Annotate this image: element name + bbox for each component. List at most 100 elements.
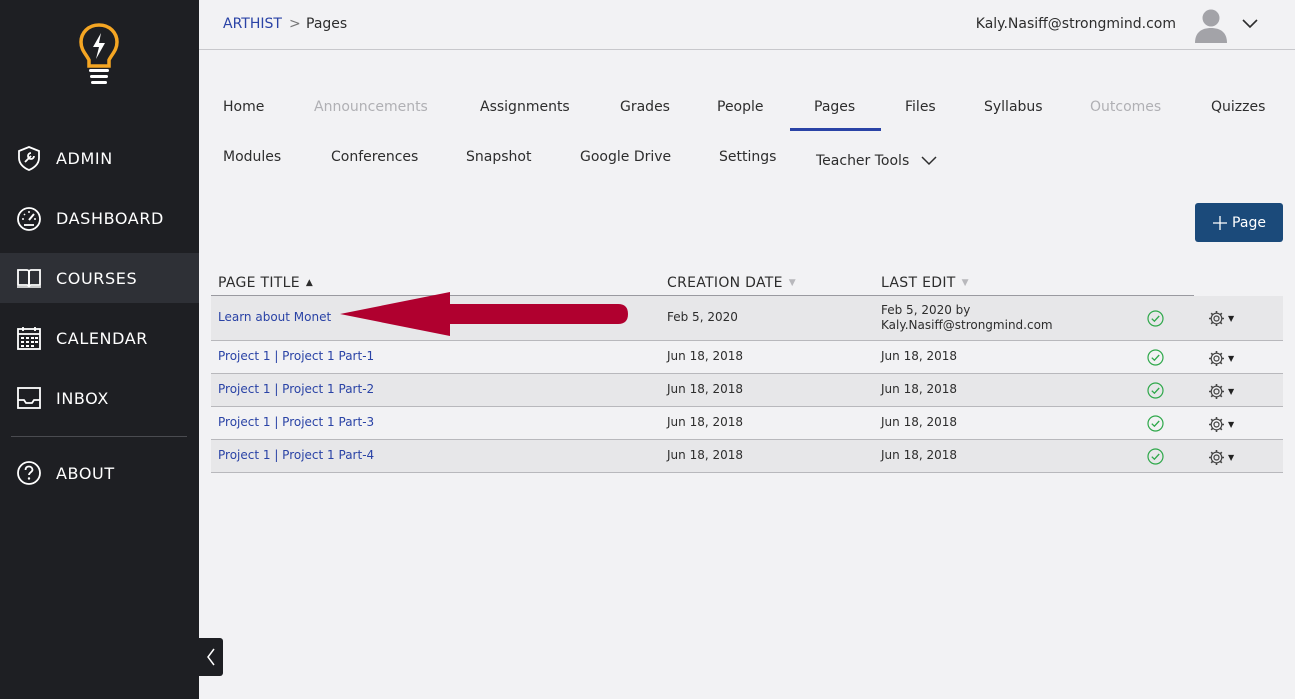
question-circle-icon xyxy=(16,460,42,486)
active-tab-indicator xyxy=(790,128,881,131)
gear-icon xyxy=(1209,449,1224,465)
last-edit-user: Kaly.Nasiff@strongmind.com xyxy=(881,318,1053,332)
column-header-label: LAST EDIT xyxy=(881,275,956,291)
tab-home[interactable]: Home xyxy=(223,99,264,115)
open-book-icon xyxy=(16,265,42,291)
tab-teacher-tools-label: Teacher Tools xyxy=(816,153,910,169)
published-check-icon[interactable] xyxy=(1147,448,1164,465)
table-row: Project 1 | Project 1 Part-1 Jun 18, 201… xyxy=(211,341,1283,374)
add-page-label: Page xyxy=(1232,214,1266,231)
chevron-down-icon[interactable] xyxy=(1241,15,1259,33)
sidebar-item-label: DASHBOARD xyxy=(56,208,164,228)
tab-syllabus[interactable]: Syllabus xyxy=(984,99,1043,115)
table-row: Project 1 | Project 1 Part-2 Jun 18, 201… xyxy=(211,374,1283,407)
page-title-link[interactable]: Project 1 | Project 1 Part-2 xyxy=(218,382,374,396)
inbox-tray-icon xyxy=(16,385,42,411)
published-check-icon[interactable] xyxy=(1147,349,1164,366)
speedometer-icon xyxy=(16,205,42,231)
collapse-sidebar-button[interactable] xyxy=(199,638,223,676)
global-nav-sidebar: ADMIN DASHBOARD COURSES CALENDAR INBOX A… xyxy=(0,0,199,699)
published-check-icon[interactable] xyxy=(1147,415,1164,432)
gear-icon xyxy=(1209,383,1224,399)
tab-settings[interactable]: Settings xyxy=(719,149,776,165)
tab-assignments[interactable]: Assignments xyxy=(480,99,570,115)
add-page-button[interactable]: Page xyxy=(1195,203,1283,242)
breadcrumb-course-link[interactable]: ARTHIST xyxy=(223,16,282,32)
table-row: Project 1 | Project 1 Part-3 Jun 18, 201… xyxy=(211,407,1283,440)
tab-files[interactable]: Files xyxy=(905,99,936,115)
tab-pages[interactable]: Pages xyxy=(814,99,855,115)
sidebar-item-admin[interactable]: ADMIN xyxy=(0,133,199,183)
plus-icon xyxy=(1213,215,1228,230)
creation-date: Feb 5, 2020 xyxy=(667,310,738,324)
published-check-icon[interactable] xyxy=(1147,310,1164,327)
sort-descending-icon: ▼ xyxy=(961,278,969,288)
breadcrumb-current: Pages xyxy=(306,16,348,32)
page-title-link[interactable]: Project 1 | Project 1 Part-4 xyxy=(218,448,374,462)
sidebar-item-label: COURSES xyxy=(56,268,138,288)
shield-wrench-icon xyxy=(16,145,42,171)
column-header-label: CREATION DATE xyxy=(667,275,783,291)
creation-date: Jun 18, 2018 xyxy=(667,349,744,363)
lightbulb-logo-icon[interactable] xyxy=(78,22,120,88)
sidebar-item-label: INBOX xyxy=(56,388,109,408)
last-edit-date: Jun 18, 2018 xyxy=(881,448,958,462)
row-settings-menu[interactable]: ▼ xyxy=(1208,448,1238,466)
tab-google-drive[interactable]: Google Drive xyxy=(580,149,671,165)
gear-icon xyxy=(1209,350,1224,366)
chevron-left-icon xyxy=(207,648,215,666)
page-title-link[interactable]: Project 1 | Project 1 Part-1 xyxy=(218,349,374,363)
sidebar-item-label: ABOUT xyxy=(56,463,115,483)
row-settings-menu[interactable]: ▼ xyxy=(1208,309,1238,327)
sort-ascending-icon: ▲ xyxy=(305,278,314,288)
creation-date: Jun 18, 2018 xyxy=(667,382,744,396)
column-header-last-edit[interactable]: LAST EDIT ▼ xyxy=(881,275,969,291)
page-title-link[interactable]: Learn about Monet xyxy=(218,310,331,324)
tab-announcements[interactable]: Announcements xyxy=(314,99,428,115)
gear-icon xyxy=(1209,310,1224,326)
tab-people[interactable]: People xyxy=(717,99,764,115)
sidebar-divider xyxy=(11,436,187,437)
tab-grades[interactable]: Grades xyxy=(620,99,670,115)
tab-conferences[interactable]: Conferences xyxy=(331,149,418,165)
user-email[interactable]: Kaly.Nasiff@strongmind.com xyxy=(976,16,1176,32)
row-settings-menu[interactable]: ▼ xyxy=(1208,349,1238,367)
tab-snapshot[interactable]: Snapshot xyxy=(466,149,531,165)
gear-icon xyxy=(1209,416,1224,432)
last-edit-date: Feb 5, 2020 by xyxy=(881,303,971,317)
sidebar-item-calendar[interactable]: CALENDAR xyxy=(0,313,199,363)
creation-date: Jun 18, 2018 xyxy=(667,448,744,462)
column-header-creation-date[interactable]: CREATION DATE ▼ xyxy=(667,275,796,291)
chevron-down-icon xyxy=(921,156,937,166)
last-edit-date: Jun 18, 2018 xyxy=(881,382,958,396)
row-settings-menu[interactable]: ▼ xyxy=(1208,415,1238,433)
tab-teacher-tools[interactable]: Teacher Tools xyxy=(816,153,938,169)
last-edit-date: Jun 18, 2018 xyxy=(881,415,958,429)
creation-date: Jun 18, 2018 xyxy=(667,415,744,429)
calendar-icon xyxy=(16,325,42,351)
published-check-icon[interactable] xyxy=(1147,382,1164,399)
last-edit-date: Jun 18, 2018 xyxy=(881,349,958,363)
sidebar-item-inbox[interactable]: INBOX xyxy=(0,373,199,423)
tab-quizzes[interactable]: Quizzes xyxy=(1211,99,1265,115)
last-edit: Feb 5, 2020 by Kaly.Nasiff@strongmind.co… xyxy=(881,303,1053,333)
page-title-link[interactable]: Project 1 | Project 1 Part-3 xyxy=(218,415,374,429)
tab-modules[interactable]: Modules xyxy=(223,149,281,165)
caret-down-icon: ▼ xyxy=(1228,353,1235,363)
caret-down-icon: ▼ xyxy=(1228,452,1235,462)
sidebar-item-label: ADMIN xyxy=(56,148,113,168)
tab-outcomes[interactable]: Outcomes xyxy=(1090,99,1161,115)
column-header-label: PAGE TITLE xyxy=(218,275,300,291)
annotation-arrow-icon xyxy=(340,292,628,336)
breadcrumb-separator: > xyxy=(289,16,301,32)
sidebar-item-about[interactable]: ABOUT xyxy=(0,448,199,498)
sidebar-item-label: CALENDAR xyxy=(56,328,149,348)
row-settings-menu[interactable]: ▼ xyxy=(1208,382,1238,400)
avatar-icon[interactable] xyxy=(1194,7,1228,43)
table-row: Project 1 | Project 1 Part-4 Jun 18, 201… xyxy=(211,440,1283,473)
column-header-page-title[interactable]: PAGE TITLE ▲ xyxy=(218,275,313,291)
sidebar-item-dashboard[interactable]: DASHBOARD xyxy=(0,193,199,243)
top-header: ARTHIST > Pages Kaly.Nasiff@strongmind.c… xyxy=(199,0,1295,50)
sidebar-item-courses[interactable]: COURSES xyxy=(0,253,199,303)
caret-down-icon: ▼ xyxy=(1228,386,1235,396)
